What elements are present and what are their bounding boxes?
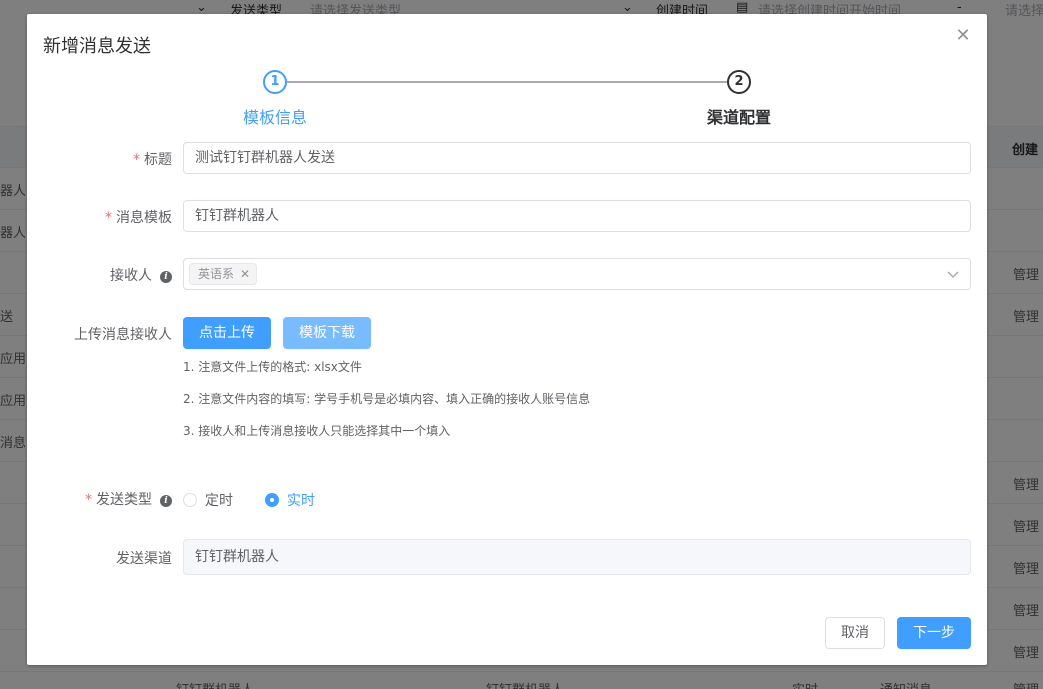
close-button[interactable]: ✕	[953, 26, 973, 46]
radio-realtime[interactable]: 实时	[265, 490, 315, 510]
chevron-down-icon	[947, 271, 959, 279]
upload-tip: 2. 注意文件内容的填写: 学号手机号是必填内容、填入正确的接收人账号信息	[183, 392, 591, 406]
info-icon[interactable]: i	[160, 495, 172, 507]
title-label-text: 标题	[144, 152, 172, 168]
required-mark: *	[133, 152, 140, 168]
required-mark: *	[85, 492, 92, 508]
cancel-button[interactable]: 取消	[825, 617, 885, 649]
steps-connector	[287, 81, 727, 83]
step-2-icon: 2	[727, 70, 751, 94]
upload-label: 上传消息接收人	[74, 327, 172, 343]
required-mark: *	[105, 210, 112, 226]
template-label-text: 消息模板	[116, 210, 172, 226]
info-icon[interactable]: i	[160, 271, 172, 283]
channel-label: 发送渠道	[116, 551, 172, 567]
radio-icon	[183, 493, 197, 507]
title-label: * 标题	[27, 149, 172, 169]
step-1-title: 模板信息	[243, 108, 308, 127]
title-input[interactable]: 测试钉钉群机器人发送	[183, 142, 971, 174]
close-icon: ✕	[955, 25, 971, 46]
template-download-button[interactable]: 模板下载	[283, 317, 371, 349]
template-label: * 消息模板	[27, 207, 172, 227]
radio-scheduled[interactable]: 定时	[183, 490, 233, 510]
tag-close-icon[interactable]: ✕	[240, 267, 250, 281]
upload-button[interactable]: 点击上传	[183, 317, 271, 349]
receiver-tag: 英语系 ✕	[189, 263, 258, 285]
upload-tip: 1. 注意文件上传的格式: xlsx文件	[183, 360, 362, 374]
send-type-label-text: 发送类型	[96, 492, 152, 508]
dialog-title: 新增消息发送	[43, 36, 151, 57]
next-step-button[interactable]: 下一步	[897, 617, 971, 649]
receiver-select[interactable]: 英语系 ✕	[183, 258, 971, 290]
radio-label: 实时	[287, 493, 315, 509]
step-1-icon: 1	[263, 70, 287, 94]
radio-label: 定时	[205, 493, 233, 509]
send-type-label: * 发送类型 i	[27, 489, 172, 509]
channel-input: 钉钉群机器人	[183, 539, 971, 575]
add-message-dialog: 新增消息发送 ✕ 1 2 模板信息 渠道配置 * 标题 测试钉钉群机器人发送 * 消…	[27, 14, 987, 665]
receiver-tag-label: 英语系	[198, 267, 235, 281]
receiver-label: 接收人 i	[27, 265, 172, 285]
receiver-label-text: 接收人	[110, 268, 152, 284]
upload-tip: 3. 接收人和上传消息接收人只能选择其中一个填入	[183, 424, 451, 438]
radio-checked-icon	[265, 493, 279, 507]
template-input[interactable]: 钉钉群机器人	[183, 200, 971, 232]
step-2-title: 渠道配置	[707, 108, 772, 127]
